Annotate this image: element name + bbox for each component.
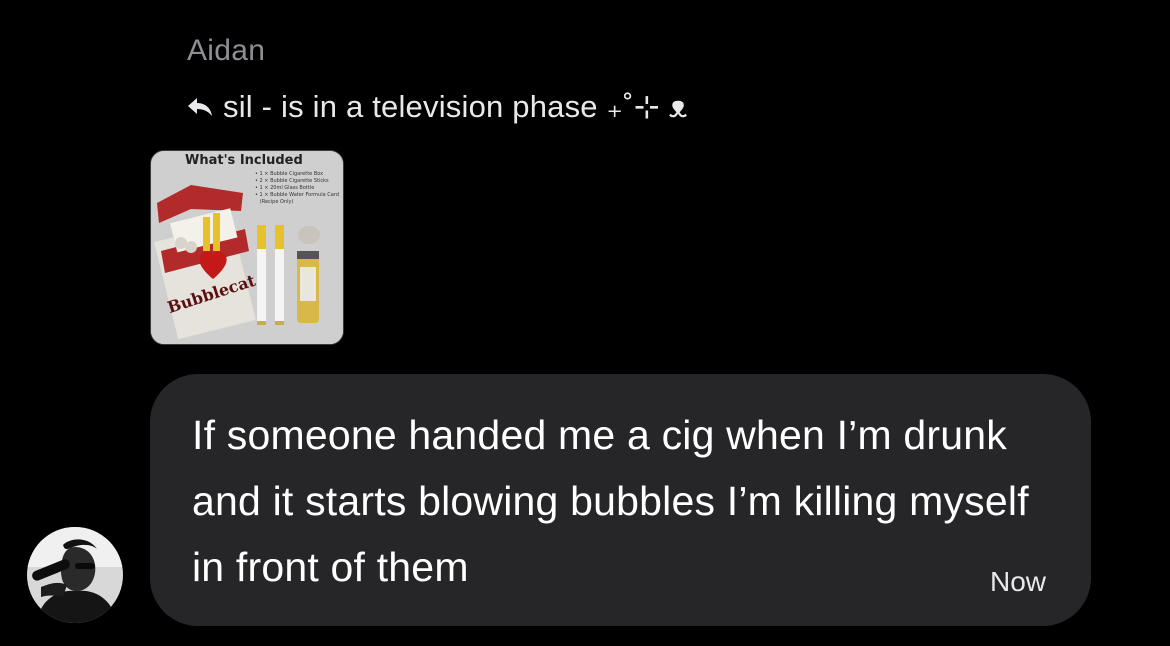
- reply-reference[interactable]: sil - is in a television phase ₊˚⊹ ᴥ: [187, 89, 688, 125]
- attachment-image[interactable]: What's Included • 1 × Bubble Cigarette B…: [150, 150, 344, 345]
- message-bubble[interactable]: If someone handed me a cig when I’m drun…: [150, 374, 1091, 626]
- avatar-photo: [27, 527, 123, 623]
- sender-name: Aidan: [187, 34, 266, 67]
- chat-screen: Aidan sil - is in a television phase ₊˚⊹…: [0, 0, 1170, 646]
- attachment-item-list: • 1 × Bubble Cigarette Box • 2 × Bubble …: [255, 171, 339, 205]
- message-timestamp: Now: [989, 566, 1046, 597]
- reply-text: sil - is in a television phase ₊˚⊹ ᴥ: [223, 89, 688, 124]
- avatar[interactable]: [27, 527, 123, 623]
- reply-arrow-icon: [188, 98, 212, 116]
- attachment-title: What's Included: [185, 153, 303, 168]
- message-text: If someone handed me a cig when I’m drun…: [192, 412, 1029, 590]
